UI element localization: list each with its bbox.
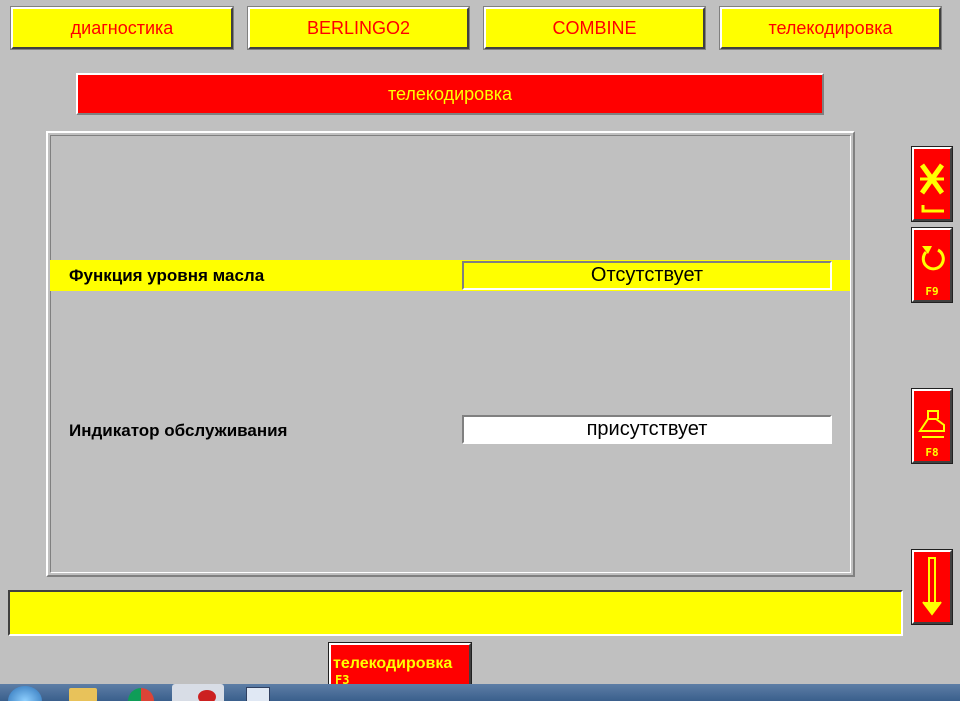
chrome-taskbar-icon[interactable] [115, 684, 167, 701]
undo-arrow-icon [921, 246, 945, 271]
print-icon [918, 410, 945, 438]
tab-ecu[interactable]: COMBINE [484, 7, 705, 49]
tab-telecoding[interactable]: телекодировка [720, 7, 941, 49]
cancel-x-icon [919, 163, 945, 213]
undo-fkey: F9 [925, 285, 939, 298]
os-taskbar [0, 684, 960, 701]
tab-diagnostics[interactable]: диагностика [11, 7, 233, 49]
panel-inner-frame [50, 135, 851, 573]
oil-level-function-value[interactable]: Отсутствует [462, 261, 832, 290]
oil-level-function-label: Функция уровня масла [69, 266, 265, 285]
parameters-panel [46, 131, 855, 577]
cancel-button[interactable] [912, 147, 952, 221]
page-title-banner: телекодировка [76, 73, 824, 115]
tab-label: BERLINGO2 [306, 17, 411, 38]
tab-label: COMBINE [552, 17, 637, 38]
print-fkey: F8 [925, 446, 939, 459]
tab-label: диагностика [70, 17, 174, 38]
print-button[interactable]: F8 [912, 389, 952, 463]
start-button-icon[interactable] [8, 686, 42, 701]
app-taskbar-icon[interactable] [172, 684, 224, 701]
arrow-down-icon [922, 557, 942, 616]
page-title: телекодировка [387, 83, 513, 104]
service-indicator-value[interactable]: присутствует [462, 415, 832, 444]
tab-label: телекодировка [768, 17, 893, 38]
service-indicator-value-text: присутствует [586, 418, 708, 440]
window-taskbar-icon[interactable] [230, 684, 282, 701]
undo-button[interactable]: F9 [912, 228, 952, 302]
status-bar [8, 590, 903, 636]
next-button[interactable] [912, 550, 952, 624]
service-indicator-label: Индикатор обслуживания [69, 421, 288, 440]
explorer-taskbar-icon[interactable] [57, 684, 109, 701]
oil-level-function-value-text: Отсутствует [590, 264, 704, 286]
tab-vehicle[interactable]: BERLINGO2 [248, 7, 469, 49]
telecoding-f3-label: телекодировка [333, 655, 453, 672]
